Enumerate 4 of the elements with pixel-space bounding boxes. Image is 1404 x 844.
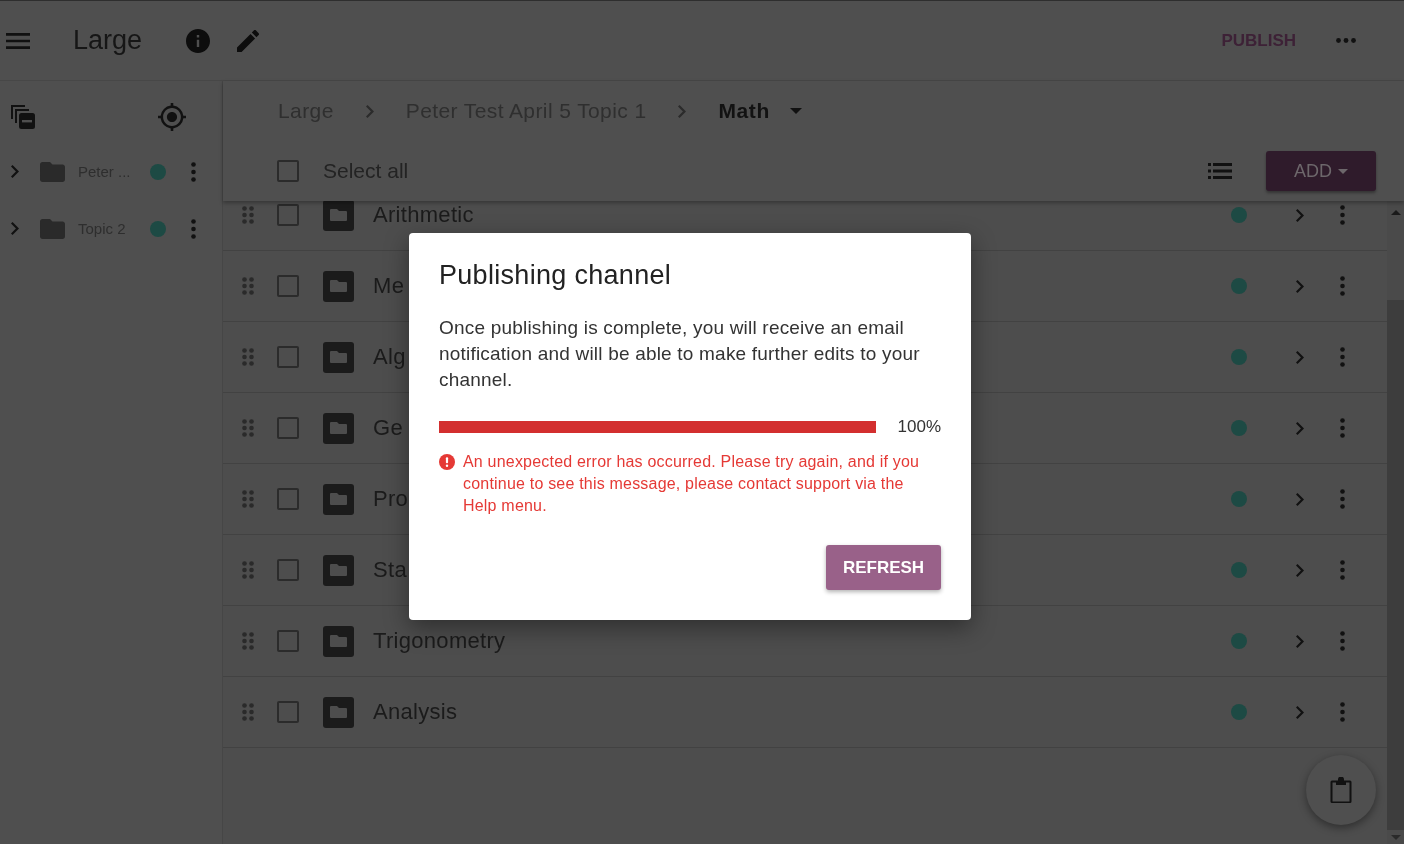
channel-title: Large (73, 25, 143, 56)
progress-percent: 100% (897, 417, 941, 437)
dialog-message: Once publishing is complete, you will receive an email notification and will be able to make further edits to your channel. (439, 316, 921, 392)
dialog-title: Publishing channel (439, 259, 673, 292)
